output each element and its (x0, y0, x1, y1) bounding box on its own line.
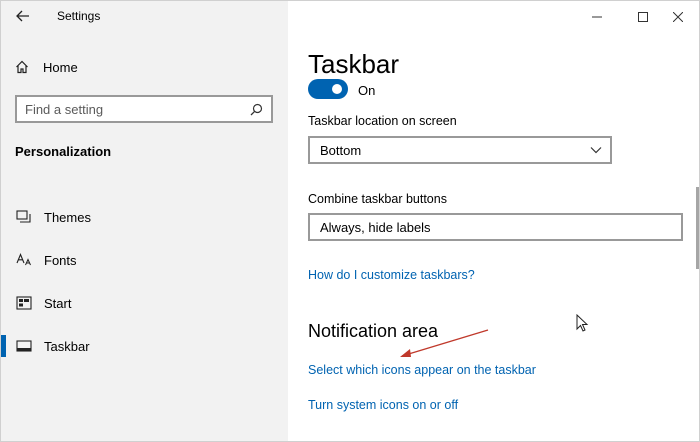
start-icon (15, 295, 33, 311)
page-title: Taskbar (308, 49, 400, 79)
app-title: Settings (57, 9, 101, 23)
settings-window: Settings Home Personalization (0, 0, 700, 442)
home-icon (16, 60, 28, 74)
back-button[interactable] (11, 5, 35, 27)
sidebar-item-label: Themes (44, 209, 91, 225)
sidebar-item-label: Start (44, 295, 72, 311)
sidebar: Settings Home Personalization (1, 1, 288, 441)
toggle-state-label: On (358, 82, 376, 98)
dropdown-value: Bottom (320, 142, 362, 158)
search-input[interactable] (17, 97, 245, 121)
sidebar-item-fonts[interactable]: Fonts (1, 245, 288, 275)
back-arrow-icon (16, 10, 29, 22)
scrollbar-thumb[interactable] (696, 187, 699, 269)
section-title: Personalization (15, 144, 112, 159)
dropdown-value: Always, hide labels (320, 219, 431, 235)
themes-icon (15, 209, 33, 225)
close-button[interactable] (655, 3, 699, 31)
taskbar-location-dropdown[interactable]: Bottom (308, 136, 612, 164)
location-label: Taskbar location on screen (308, 114, 457, 128)
sidebar-item-start[interactable]: Start (1, 288, 288, 318)
minimize-button[interactable] (574, 3, 620, 31)
sidebar-item-home[interactable]: Home (15, 57, 78, 77)
taskbar-icon (15, 338, 33, 354)
notification-area-heading: Notification area (308, 321, 439, 341)
main-content: Taskbar On Taskbar location on screen Bo… (288, 1, 699, 441)
maximize-icon (638, 12, 648, 22)
chevron-down-icon (582, 138, 610, 162)
sidebar-item-taskbar[interactable]: Taskbar (1, 331, 288, 361)
sidebar-item-label: Taskbar (44, 338, 90, 354)
mouse-cursor-icon (576, 314, 589, 332)
combine-label: Combine taskbar buttons (308, 192, 447, 206)
minimize-icon (592, 16, 602, 18)
system-icons-link[interactable]: Turn system icons on or off (308, 398, 458, 412)
fonts-icon (15, 252, 33, 268)
sidebar-item-themes[interactable]: Themes (1, 202, 288, 232)
search-icon[interactable] (245, 98, 267, 120)
customize-taskbars-link[interactable]: How do I customize taskbars? (308, 268, 475, 282)
sidebar-item-label: Fonts (44, 252, 77, 268)
taskbar-toggle-switch[interactable] (308, 79, 348, 99)
home-label: Home (43, 59, 78, 75)
search-box[interactable] (15, 95, 273, 123)
taskbar-toggle-row: On (308, 79, 376, 101)
close-icon (673, 12, 683, 22)
combine-buttons-dropdown[interactable]: Always, hide labels (308, 213, 683, 241)
select-icons-link[interactable]: Select which icons appear on the taskbar (308, 363, 536, 377)
